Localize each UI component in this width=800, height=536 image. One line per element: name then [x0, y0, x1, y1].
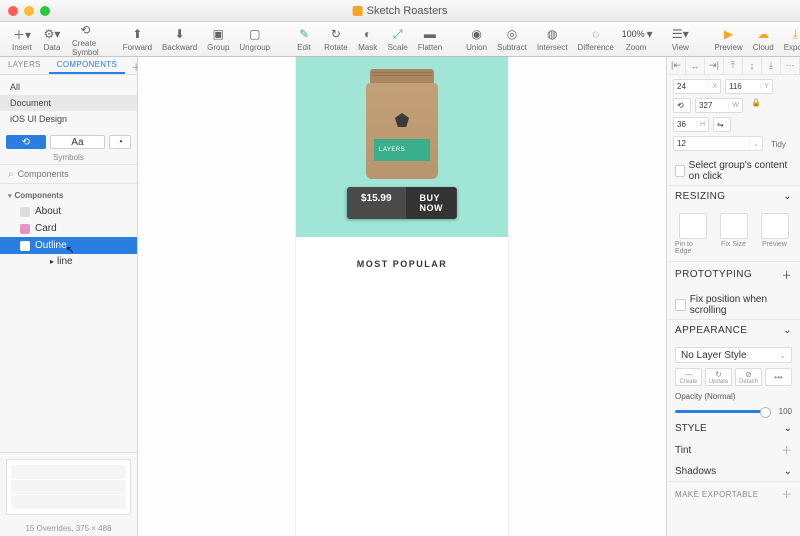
select-groups-checkbox[interactable]: Select group's content on click — [667, 157, 800, 185]
forward-button[interactable]: ⬆Forward — [123, 26, 152, 52]
group-button[interactable]: ▣Group — [207, 26, 229, 52]
price-label: $15.99 — [347, 187, 406, 219]
prototyping-header: PROTOTYPING — [675, 269, 752, 280]
sidebar: LAYERS COMPONENTS ＋ — All Document iOS U… — [0, 57, 138, 536]
tree-subitem[interactable]: ▸line — [0, 254, 137, 269]
w-field[interactable]: 327W — [695, 98, 743, 113]
union-button[interactable]: ◉Union — [466, 26, 487, 52]
difference-button[interactable]: ◌Difference — [578, 26, 614, 52]
h-field[interactable]: 36H — [673, 117, 709, 132]
add-export-icon[interactable]: ＋ — [781, 486, 792, 502]
insert-button[interactable]: ＋▾Insert — [12, 26, 32, 52]
style-more-button[interactable]: ••• — [765, 368, 792, 386]
exportable-header: MAKE EXPORTABLE — [675, 490, 759, 499]
tree-item-about[interactable]: About — [0, 203, 137, 220]
canvas[interactable]: LAYERS $15.99 BUY NOW MOST POPULAR — [138, 57, 666, 536]
tab-components[interactable]: COMPONENTS — [49, 57, 125, 74]
selection-info: 15 Overrides, 375 × 488 — [0, 521, 137, 536]
tree-item-card[interactable]: Card — [0, 220, 137, 237]
radius-field[interactable]: 12⌄ — [673, 136, 763, 151]
intersect-button[interactable]: ◍Intersect — [537, 26, 568, 52]
y-field[interactable]: 116Y — [725, 79, 773, 94]
close-window[interactable] — [8, 6, 18, 16]
create-symbol-button[interactable]: ⟲Create Symbol — [72, 22, 99, 57]
add-prototype-icon[interactable]: ＋ — [782, 267, 792, 282]
rotate-button[interactable]: ↻Rotate — [324, 26, 348, 52]
pin-edge-control[interactable]: Pin to Edge — [675, 213, 710, 255]
page-thumbnail[interactable] — [6, 459, 131, 515]
data-button[interactable]: ⚙▾Data — [42, 26, 62, 52]
tree-header[interactable]: Components — [0, 188, 137, 203]
search-input[interactable] — [14, 167, 139, 181]
add-tint-icon[interactable]: ＋ — [781, 442, 792, 458]
resize-preview[interactable]: Preview — [757, 213, 792, 255]
align-top-icon[interactable]: ⤒ — [724, 57, 743, 74]
buy-now-button[interactable]: BUY NOW — [406, 187, 458, 219]
opacity-slider[interactable] — [675, 410, 768, 413]
opacity-label: Opacity (Normal) — [675, 392, 735, 401]
bag-logo-icon — [395, 113, 409, 127]
backward-button[interactable]: ⬇Backward — [162, 26, 197, 52]
mask-button[interactable]: ◐Mask — [358, 26, 378, 52]
bag-label-text: LAYERS — [379, 147, 405, 153]
style-update-button[interactable]: ↻Update — [705, 368, 732, 386]
style-detach-button[interactable]: ⊘Detach — [735, 368, 762, 386]
symbols-filter-icon[interactable]: ⟲ — [6, 135, 46, 149]
filter-all[interactable]: All — [0, 79, 137, 95]
align-hcenter-icon[interactable]: ↔ — [686, 57, 705, 74]
subtract-button[interactable]: ◎Subtract — [497, 26, 527, 52]
shadows-row[interactable]: Shadows — [675, 466, 716, 477]
align-vcenter-icon[interactable]: ↕ — [743, 57, 762, 74]
export-button[interactable]: ⤓Export — [784, 26, 800, 52]
opacity-value[interactable]: 100 — [772, 407, 792, 416]
edit-button[interactable]: ✎Edit — [294, 26, 314, 52]
cursor-icon: ↖ — [66, 245, 74, 256]
align-bottom-icon[interactable]: ⤓ — [762, 57, 781, 74]
zoom-control[interactable]: 100%▾Zoom — [626, 26, 646, 52]
appearance-header: APPEARANCE — [675, 325, 747, 336]
filter-document[interactable]: Document — [0, 95, 137, 111]
tab-layers[interactable]: LAYERS — [0, 57, 49, 74]
artboard[interactable]: LAYERS $15.99 BUY NOW MOST POPULAR — [296, 57, 508, 536]
align-right-icon[interactable]: ⇥| — [705, 57, 724, 74]
distribute-icon[interactable]: ⋯ — [781, 57, 800, 74]
style-create-button[interactable]: —Create — [675, 368, 702, 386]
toolbar: ＋▾Insert ⚙▾Data ⟲Create Symbol ⬆Forward … — [0, 22, 800, 57]
style-header: STYLE — [675, 423, 707, 434]
layer-style-select[interactable]: No Layer Style — [675, 347, 792, 363]
preview-button[interactable]: ▶Preview — [714, 26, 742, 52]
x-field[interactable]: 24X — [673, 79, 721, 94]
inspector: |⇤ ↔ ⇥| ⤒ ↕ ⤓ ⋯ 24X 116Y ⟲ 327W 🔒 36H ⇋ … — [666, 57, 800, 536]
ungroup-button[interactable]: ▢Ungroup — [239, 26, 270, 52]
layer-style-filter[interactable]: ◔ — [109, 135, 131, 149]
zoom-window[interactable] — [40, 6, 50, 16]
window-title: Sketch Roasters — [353, 5, 448, 17]
hero-section: LAYERS $15.99 BUY NOW — [296, 57, 508, 237]
fix-size-control[interactable]: Fix Size — [716, 213, 751, 255]
fix-position-checkbox[interactable]: Fix position when scrolling — [667, 291, 800, 319]
flatten-button[interactable]: ▬Flatten — [418, 26, 442, 52]
scale-button[interactable]: ⤢Scale — [388, 26, 408, 52]
lock-icon[interactable]: 🔒 — [747, 98, 765, 113]
collapse-icon[interactable]: ⌄ — [783, 191, 792, 202]
minimize-window[interactable] — [24, 6, 34, 16]
text-style-filter[interactable]: Aa — [50, 135, 106, 149]
tidy-button[interactable]: Tidy — [767, 136, 790, 153]
align-left-icon[interactable]: |⇤ — [667, 57, 686, 74]
filter-ios[interactable]: iOS UI Design — [0, 111, 137, 127]
view-button[interactable]: ☰▾View — [670, 26, 690, 52]
most-popular-heading: MOST POPULAR — [296, 237, 508, 291]
cloud-button[interactable]: ☁Cloud — [753, 26, 774, 52]
resizing-header: RESIZING — [675, 191, 725, 202]
symbols-label: Symbols — [0, 153, 137, 162]
coffee-bag-image: LAYERS — [366, 69, 438, 179]
flip-field[interactable]: ⇋ — [713, 117, 731, 132]
angle-field[interactable]: ⟲ — [673, 98, 691, 113]
tint-row[interactable]: Tint — [675, 445, 691, 456]
